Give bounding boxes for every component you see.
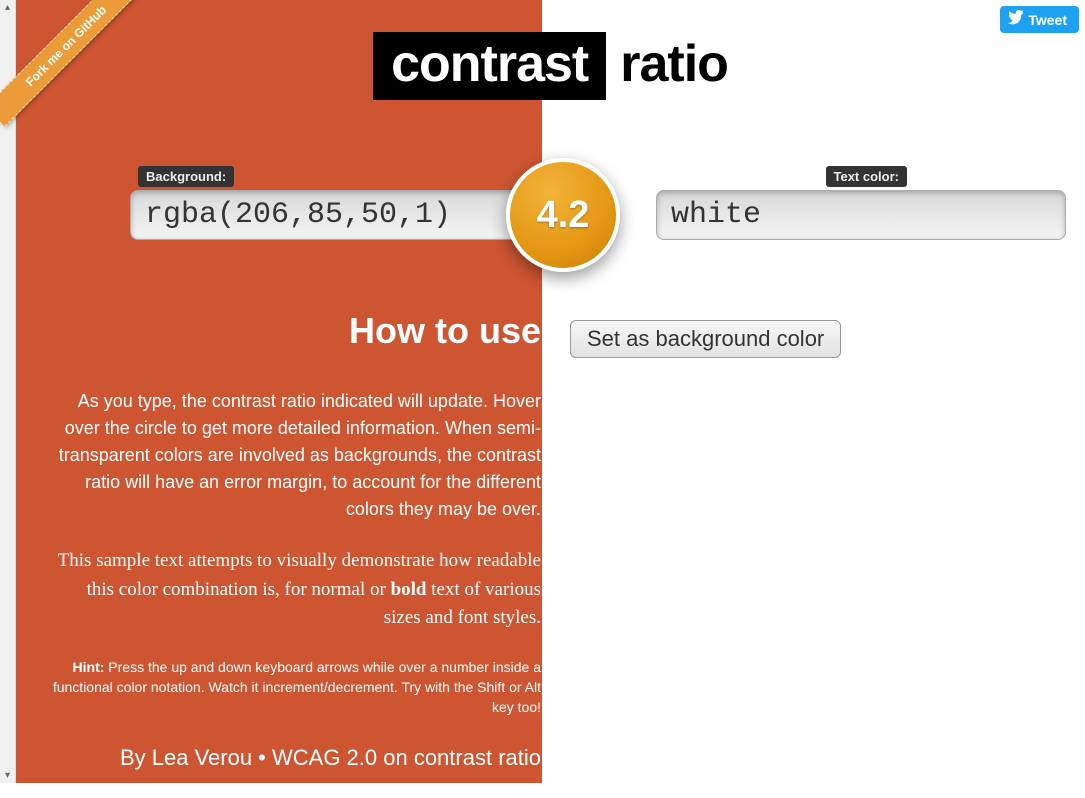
textcolor-label: Text color: [826, 166, 908, 187]
how-to-use-hint: Hint: Press the up and down keyboard arr… [51, 657, 541, 718]
contrast-ratio-circle[interactable]: 4.2 [506, 158, 620, 272]
how-to-use-sample: This sample text attempts to visually de… [51, 547, 541, 633]
hint-label: Hint: [73, 659, 105, 675]
byline[interactable]: By Lea Verou • WCAG 2.0 on contrast rati… [51, 741, 541, 774]
title-word-contrast: contrast [373, 32, 606, 100]
set-background-button[interactable]: Set as background color [570, 320, 841, 358]
title-word-ratio: ratio [606, 35, 728, 93]
scroll-down-arrow[interactable]: ▾ [5, 768, 10, 783]
how-to-use-section: How to use As you type, the contrast rat… [51, 310, 541, 798]
tweet-label: Tweet [1028, 12, 1067, 28]
page-title: contrastratio [16, 32, 1085, 100]
how-to-use-p1: As you type, the contrast ratio indicate… [51, 388, 541, 523]
background-input[interactable] [130, 190, 540, 240]
twitter-icon [1008, 10, 1024, 29]
scroll-up-arrow[interactable]: ▴ [5, 0, 10, 15]
tweet-button[interactable]: Tweet [1000, 6, 1079, 33]
background-label: Background: [138, 166, 234, 187]
sample-text-bold: bold [391, 579, 427, 600]
contrast-ratio-value: 4.2 [537, 194, 590, 237]
how-to-use-heading: How to use [51, 310, 541, 352]
foreground-input[interactable] [656, 190, 1066, 240]
hint-text: Press the up and down keyboard arrows wh… [53, 659, 541, 716]
